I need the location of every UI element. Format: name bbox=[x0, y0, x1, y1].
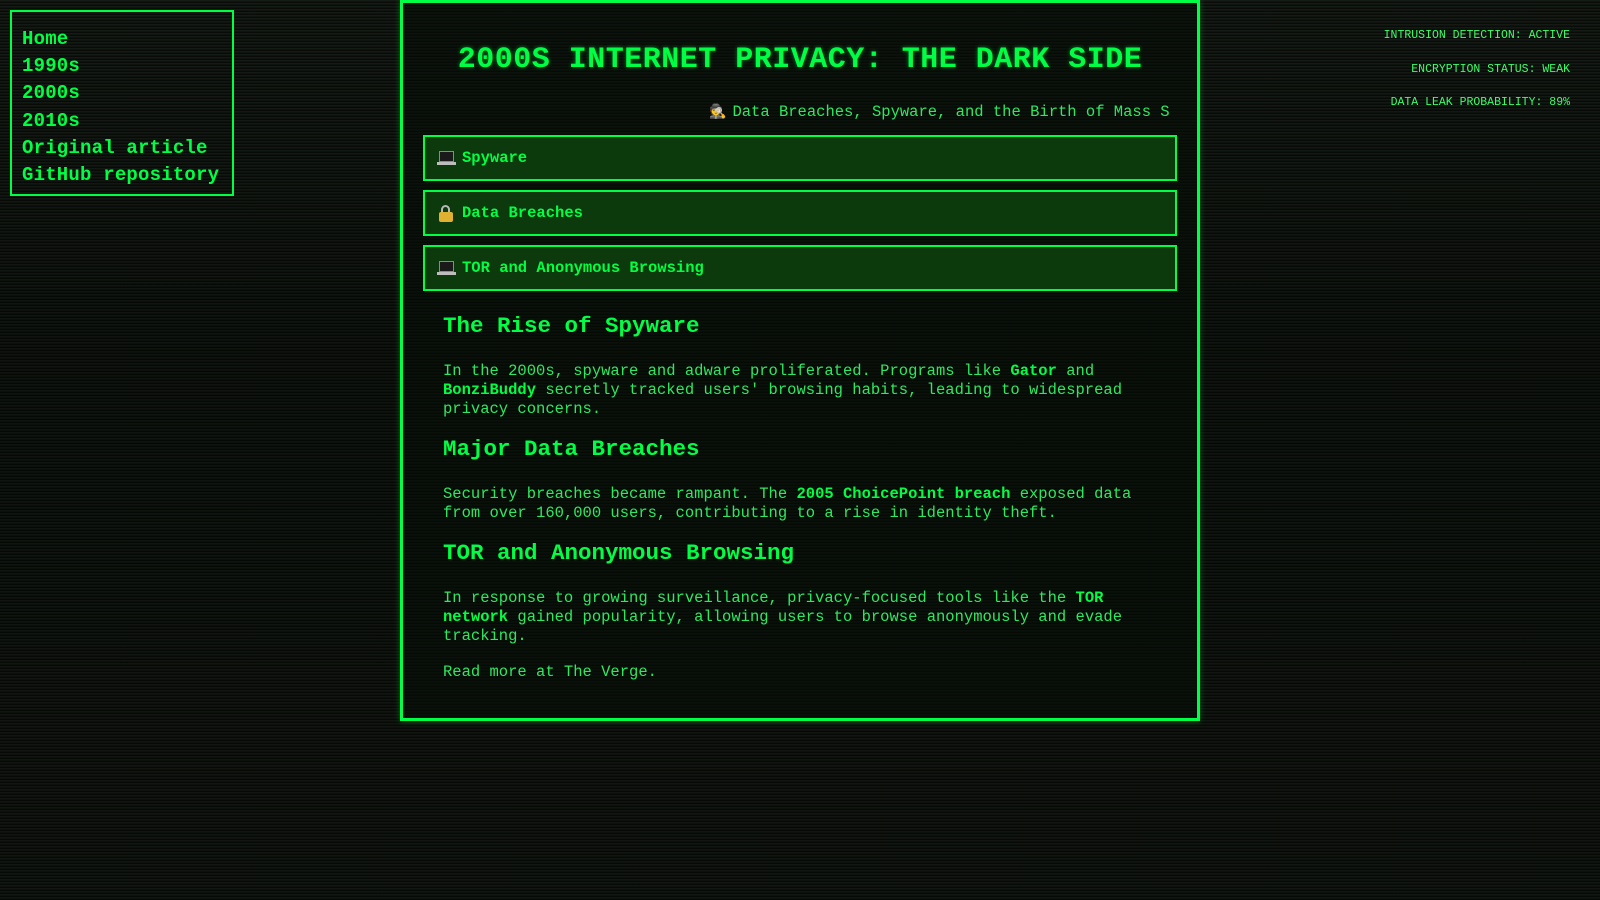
main-container: 2000S INTERNET PRIVACY: THE DARK SIDE 🕵 D… bbox=[400, 0, 1200, 721]
sidebar-nav: Home 1990s 2000s 2010s Original article … bbox=[10, 10, 234, 196]
nav-link-home[interactable]: Home bbox=[22, 26, 232, 53]
ticker-text: Data Breaches, Spyware, and the Birth of… bbox=[732, 103, 1170, 121]
nav-link-2010s[interactable]: 2010s bbox=[22, 108, 232, 135]
ticker-marquee: 🕵 Data Breaches, Spyware, and the Birth o… bbox=[423, 103, 1177, 127]
nav-link-1990s[interactable]: 1990s bbox=[22, 53, 232, 80]
highlight-choicepoint: 2005 ChoicePoint breach bbox=[796, 485, 1011, 503]
tab-tor-anonymous-browsing[interactable]: TOR and Anonymous Browsing bbox=[423, 245, 1177, 291]
section-paragraph-tor: In response to growing surveillance, pri… bbox=[443, 589, 1123, 645]
spy-icon: 🕵 bbox=[709, 105, 727, 121]
section-paragraph-spyware: In the 2000s, spyware and adware prolife… bbox=[443, 362, 1123, 418]
tab-data-breaches[interactable]: Data Breaches bbox=[423, 190, 1177, 236]
section-heading-data-breaches: Major Data Breaches bbox=[443, 436, 700, 462]
tab-label: Data Breaches bbox=[462, 204, 583, 222]
laptop-icon bbox=[437, 150, 456, 167]
highlight-bonzibuddy: BonziBuddy bbox=[443, 381, 537, 399]
laptop-icon bbox=[437, 260, 456, 277]
nav-link-github-repository[interactable]: GitHub repository bbox=[22, 162, 232, 189]
highlight-gator: Gator bbox=[1010, 362, 1057, 380]
nav-link-2000s[interactable]: 2000s bbox=[22, 80, 232, 107]
nav-link-original-article[interactable]: Original article bbox=[22, 135, 232, 162]
section-paragraph-data-breaches: Security breaches became rampant. The 20… bbox=[443, 485, 1132, 522]
lock-icon bbox=[437, 204, 456, 222]
tab-label: TOR and Anonymous Browsing bbox=[462, 259, 704, 277]
encryption-status: ENCRYPTION STATUS: WEAK bbox=[1411, 62, 1570, 76]
section-heading-tor: TOR and Anonymous Browsing bbox=[443, 540, 795, 566]
status-panel: INTRUSION DETECTION: ACTIVE ENCRYPTION S… bbox=[1384, 28, 1570, 129]
read-more-link[interactable]: Read more at The Verge. bbox=[443, 663, 1173, 682]
tab-label: Spyware bbox=[462, 149, 528, 167]
page-title: 2000S INTERNET PRIVACY: THE DARK SIDE bbox=[457, 43, 1143, 77]
section-heading-spyware: The Rise of Spyware bbox=[443, 313, 700, 339]
intrusion-status: INTRUSION DETECTION: ACTIVE bbox=[1383, 29, 1570, 42]
data-leak-status: DATA LEAK PROBABILITY: 89% bbox=[1390, 96, 1570, 109]
tab-spyware[interactable]: Spyware bbox=[423, 135, 1177, 181]
